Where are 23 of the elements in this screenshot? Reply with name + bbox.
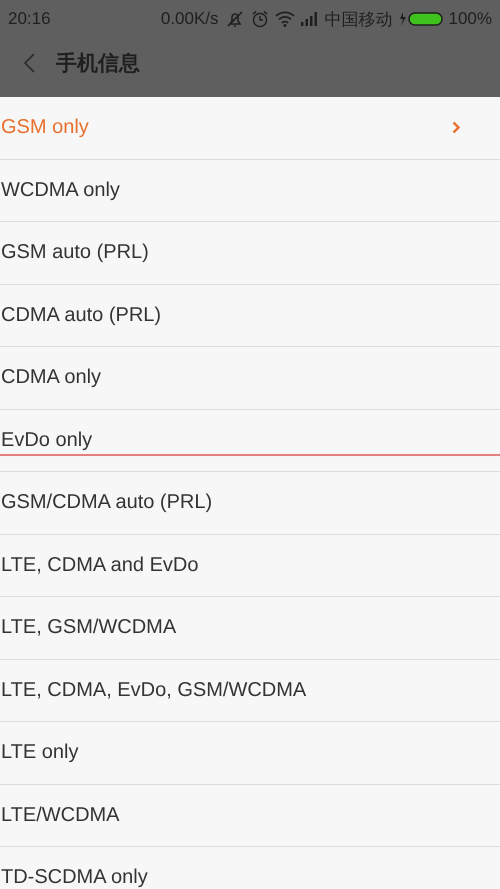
network-mode-option[interactable]: LTE, CDMA, EvDo, GSM/WCDMA bbox=[0, 660, 500, 722]
wifi-icon bbox=[274, 11, 295, 27]
network-mode-option[interactable]: LTE, CDMA and EvDo bbox=[0, 534, 500, 597]
network-speed: 0.00K/s bbox=[160, 9, 219, 29]
page-title: 手机信息 bbox=[56, 51, 140, 77]
chevron-icon bbox=[452, 121, 460, 134]
network-mode-option[interactable]: CDMA only bbox=[0, 347, 500, 410]
battery-percent: 100% bbox=[448, 9, 492, 29]
network-mode-option[interactable]: WCDMA only bbox=[0, 160, 500, 222]
network-mode-option[interactable]: TD-SCDMA only bbox=[0, 847, 500, 889]
network-mode-option[interactable]: GSM/CDMA auto (PRL) bbox=[0, 472, 500, 534]
carrier-name: 中国移动 bbox=[324, 8, 393, 30]
bell-off-icon bbox=[224, 10, 245, 28]
back-button[interactable] bbox=[22, 52, 36, 74]
network-mode-option[interactable]: GSM auto (PRL) bbox=[0, 222, 500, 284]
battery-icon bbox=[398, 11, 443, 27]
network-mode-option[interactable]: LTE only bbox=[0, 722, 500, 784]
network-mode-option[interactable]: LTE/WCDMA bbox=[0, 784, 500, 847]
network-mode-option[interactable]: CDMA auto (PRL) bbox=[0, 284, 500, 347]
time: 20:16 bbox=[8, 9, 51, 29]
network-mode-option[interactable]: LTE, GSM/WCDMA bbox=[0, 597, 500, 660]
signal-icon bbox=[300, 12, 319, 26]
alarm-icon bbox=[250, 10, 269, 28]
